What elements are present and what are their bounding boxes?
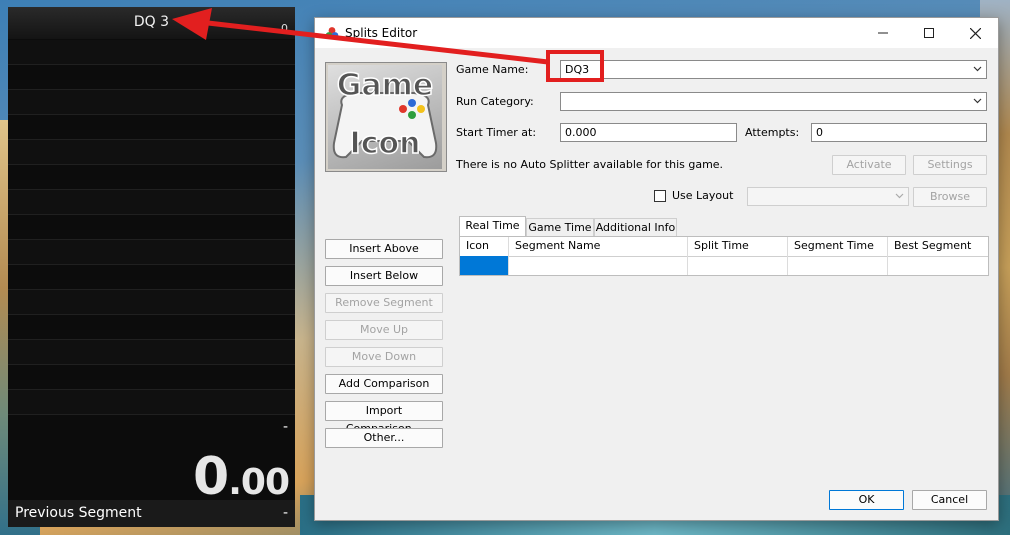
close-icon bbox=[969, 27, 981, 39]
window-title: Splits Editor bbox=[345, 26, 418, 40]
annotation-highlight-box bbox=[546, 50, 604, 82]
livesplit-split-row bbox=[8, 365, 295, 390]
use-layout-checkbox[interactable] bbox=[654, 190, 666, 202]
column-header-split-time[interactable]: Split Time bbox=[688, 237, 788, 256]
settings-button[interactable]: Settings bbox=[913, 155, 987, 175]
timer-main: 0 bbox=[193, 447, 229, 507]
start-timer-input[interactable]: 0.000 bbox=[560, 123, 737, 142]
move-down-button[interactable]: Move Down bbox=[325, 347, 443, 367]
chevron-down-icon bbox=[973, 98, 982, 104]
livesplit-split-row bbox=[8, 90, 295, 115]
livesplit-last-split-value: - bbox=[282, 419, 288, 435]
column-header-best-segment[interactable]: Best Segment bbox=[888, 237, 988, 256]
attempts-value: 0 bbox=[816, 126, 823, 139]
game-icon-word-1: Game bbox=[337, 68, 433, 103]
segments-grid[interactable]: Icon Segment Name Split Time Segment Tim… bbox=[459, 236, 989, 276]
insert-above-button[interactable]: Insert Above bbox=[325, 239, 443, 259]
previous-segment-label: Previous Segment bbox=[15, 505, 142, 521]
splits-editor-dialog: Splits Editor Game Icon Game Name: DQ3 R… bbox=[314, 17, 999, 521]
livesplit-split-row bbox=[8, 340, 295, 365]
livesplit-split-list bbox=[8, 40, 295, 415]
livesplit-split-row bbox=[8, 265, 295, 290]
ok-button[interactable]: OK bbox=[829, 490, 904, 510]
cancel-button[interactable]: Cancel bbox=[912, 490, 987, 510]
import-comparison-button[interactable]: Import Comparison... bbox=[325, 401, 443, 435]
move-up-button[interactable]: Move Up bbox=[325, 320, 443, 340]
livesplit-split-row bbox=[8, 140, 295, 165]
livesplit-split-row bbox=[8, 190, 295, 215]
maximize-icon bbox=[924, 28, 934, 38]
attempts-input[interactable]: 0 bbox=[811, 123, 987, 142]
chevron-down-icon bbox=[973, 66, 982, 72]
livesplit-split-row bbox=[8, 40, 295, 65]
attempts-label: Attempts: bbox=[745, 126, 800, 139]
grid-cell-icon[interactable] bbox=[460, 256, 509, 275]
chevron-down-icon bbox=[895, 193, 904, 199]
livesplit-split-row bbox=[8, 240, 295, 265]
livesplit-header: DQ 3 0 bbox=[8, 7, 295, 39]
insert-below-button[interactable]: Insert Below bbox=[325, 266, 443, 286]
livesplit-split-row bbox=[8, 65, 295, 90]
grid-cell-best-segment[interactable] bbox=[888, 256, 988, 275]
start-timer-label: Start Timer at: bbox=[456, 126, 537, 139]
add-comparison-button[interactable]: Add Comparison bbox=[325, 374, 443, 394]
autosplitter-status-text: There is no Auto Splitter available for … bbox=[456, 158, 724, 171]
remove-segment-button[interactable]: Remove Segment bbox=[325, 293, 443, 313]
title-bar[interactable]: Splits Editor bbox=[315, 18, 998, 48]
livesplit-split-row bbox=[8, 315, 295, 340]
maximize-button[interactable] bbox=[906, 18, 952, 48]
grid-cell-segment-name[interactable] bbox=[509, 256, 688, 275]
use-layout-label: Use Layout bbox=[672, 189, 734, 202]
livesplit-split-row bbox=[8, 390, 295, 415]
layout-path-combobox[interactable] bbox=[747, 187, 909, 206]
run-category-label: Run Category: bbox=[456, 95, 534, 108]
livesplit-timer: 0.00 bbox=[193, 447, 290, 507]
grid-cell-split-time[interactable] bbox=[688, 256, 788, 275]
start-timer-value: 0.000 bbox=[565, 126, 597, 139]
tab-game-time[interactable]: Game Time bbox=[526, 218, 594, 236]
tab-real-time[interactable]: Real Time bbox=[459, 216, 526, 236]
column-header-segment-time[interactable]: Segment Time bbox=[788, 237, 888, 256]
game-name-combobox[interactable]: DQ3 bbox=[560, 60, 987, 79]
game-icon-box[interactable]: Game Icon bbox=[325, 62, 447, 172]
timer-fraction: .00 bbox=[228, 462, 290, 503]
other-button[interactable]: Other... bbox=[325, 428, 443, 448]
previous-segment-value: - bbox=[282, 505, 288, 521]
livesplit-split-row bbox=[8, 215, 295, 240]
livesplit-app-icon bbox=[325, 27, 339, 39]
livesplit-window[interactable]: DQ 3 0 - 0.00 Previous Segment - bbox=[8, 7, 295, 527]
game-name-label: Game Name: bbox=[456, 63, 529, 76]
livesplit-split-row bbox=[8, 290, 295, 315]
activate-button[interactable]: Activate bbox=[832, 155, 906, 175]
minimize-icon bbox=[878, 32, 888, 34]
column-header-segment-name[interactable]: Segment Name bbox=[509, 237, 688, 256]
minimize-button[interactable] bbox=[860, 18, 906, 48]
livesplit-split-row bbox=[8, 115, 295, 140]
previous-segment-row: Previous Segment - bbox=[8, 500, 295, 527]
livesplit-attempt-count: 0 bbox=[281, 22, 288, 35]
close-button[interactable] bbox=[952, 18, 998, 48]
browse-button[interactable]: Browse bbox=[913, 187, 987, 207]
gamepad-icon: Game Icon bbox=[328, 65, 442, 169]
grid-cell-segment-time[interactable] bbox=[788, 256, 888, 275]
grid-header: Icon Segment Name Split Time Segment Tim… bbox=[460, 237, 988, 257]
tab-additional-info[interactable]: Additional Info bbox=[594, 218, 677, 236]
livesplit-split-row bbox=[8, 165, 295, 190]
game-icon-word-2: Icon bbox=[350, 126, 421, 161]
run-category-combobox[interactable] bbox=[560, 92, 987, 111]
column-header-icon[interactable]: Icon bbox=[460, 237, 509, 256]
livesplit-game-name: DQ 3 bbox=[133, 14, 170, 30]
